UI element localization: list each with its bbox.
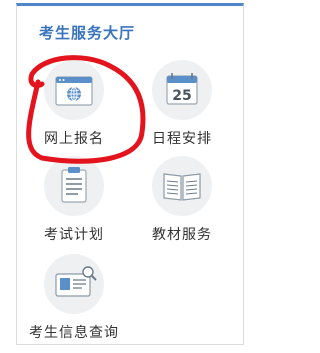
open-book-icon — [152, 156, 212, 216]
tile-exam-plan[interactable]: 考试计划 — [19, 156, 129, 246]
tile-label: 教材服务 — [152, 227, 212, 243]
tile-label: 网上报名 — [44, 131, 104, 147]
calendar-day: 25 — [172, 88, 191, 104]
exam-service-hall-panel: 考生服务大厅 网上报名 25 日程安排 考试计划 教材服务 考生信息查询 — [16, 3, 244, 345]
tile-candidate-info-lookup[interactable]: 考生信息查询 — [19, 254, 129, 344]
id-card-icon — [44, 254, 104, 314]
tile-online-registration[interactable]: 网上报名 — [19, 60, 129, 150]
calendar-icon: 25 — [152, 60, 212, 120]
tile-label: 考生信息查询 — [29, 325, 119, 341]
tile-schedule[interactable]: 25 日程安排 — [127, 60, 237, 150]
tile-textbook-service[interactable]: 教材服务 — [127, 156, 237, 246]
panel-title: 考生服务大厅 — [39, 24, 136, 42]
tile-label: 日程安排 — [152, 131, 212, 147]
tile-label: 考试计划 — [44, 227, 104, 243]
browser-globe-icon — [44, 60, 104, 120]
clipboard-list-icon — [44, 156, 104, 216]
